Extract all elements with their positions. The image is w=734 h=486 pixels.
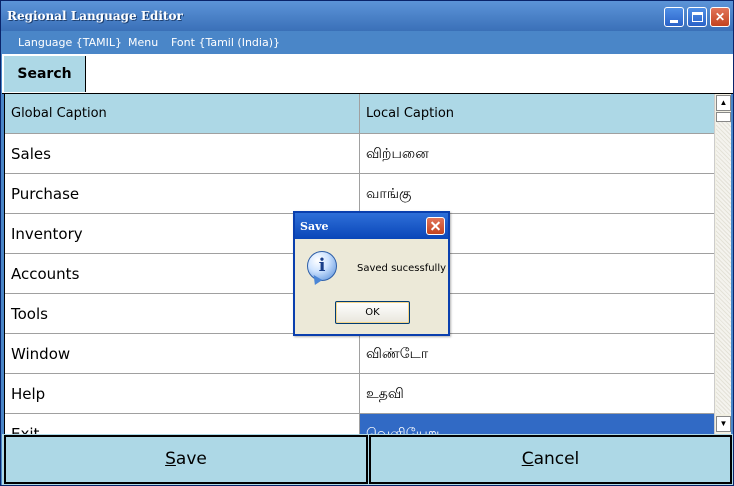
menu-font[interactable]: Font {Tamil (India)} [171,36,280,49]
close-button[interactable]: ✕ [710,7,730,27]
cancel-button[interactable]: Cancel [369,435,732,484]
grid-header: Global Caption Local Caption [5,94,714,134]
dialog-close-button[interactable] [426,217,445,235]
save-button[interactable]: Save [4,435,368,484]
dialog-message: Saved sucessfully [357,263,447,274]
table-row[interactable]: Purchase வாங்கு [5,174,714,214]
maximize-icon [692,12,703,22]
scroll-track[interactable] [716,122,731,414]
action-bar: Save Cancel [2,434,733,485]
column-header-global[interactable]: Global Caption [5,94,360,134]
menu-menu[interactable]: Menu [128,36,158,49]
menu-bar: Language {TAMIL} Menu Font {Tamil (India… [1,31,733,53]
vertical-scrollbar[interactable]: ▲ ▼ [714,94,731,434]
scroll-up-arrow[interactable]: ▲ [716,95,731,111]
local-caption-cell[interactable]: வெளியேறு [360,414,714,434]
ok-button[interactable]: OK [335,301,410,324]
local-caption-cell[interactable]: விண்டோ [360,334,714,374]
cancel-label: ancel [533,449,580,469]
window-title: Regional Language Editor [7,9,183,23]
local-caption-cell[interactable]: விற்பனை [360,134,714,174]
close-icon: ✕ [714,10,726,24]
dialog-title-bar[interactable]: Save [295,213,448,239]
minimize-icon [670,20,678,23]
dialog-title: Save [300,220,329,233]
table-row[interactable]: Sales விற்பனை [5,134,714,174]
local-caption-cell[interactable]: வாங்கு [360,174,714,214]
cancel-mnemonic: C [521,449,534,469]
table-row-selected[interactable]: Exit வெளியேறு [5,414,714,434]
global-caption-cell[interactable]: Window [5,334,360,374]
menu-language[interactable]: Language {TAMIL} [18,36,122,49]
info-icon: i [307,251,337,281]
local-caption-cell[interactable]: உதவி [360,374,714,414]
global-caption-cell[interactable]: Purchase [5,174,360,214]
minimize-button[interactable] [664,7,684,27]
global-caption-cell[interactable]: Exit [5,414,360,434]
title-bar[interactable]: Regional Language Editor ✕ [1,1,733,31]
maximize-button[interactable] [687,7,707,27]
column-header-local[interactable]: Local Caption [360,94,714,134]
app-window: Regional Language Editor ✕ Language {TAM… [0,0,734,486]
save-label: ave [175,449,207,469]
save-mnemonic: S [165,449,176,469]
save-dialog: Save i Saved sucessfully OK [293,211,450,336]
search-button[interactable]: Search [4,56,86,92]
global-caption-cell[interactable]: Sales [5,134,360,174]
scroll-thumb[interactable] [716,112,731,122]
table-row[interactable]: Help உதவி [5,374,714,414]
scroll-down-arrow[interactable]: ▼ [716,416,731,432]
table-row[interactable]: Window விண்டோ [5,334,714,374]
global-caption-cell[interactable]: Help [5,374,360,414]
search-bar: Search [2,54,733,94]
